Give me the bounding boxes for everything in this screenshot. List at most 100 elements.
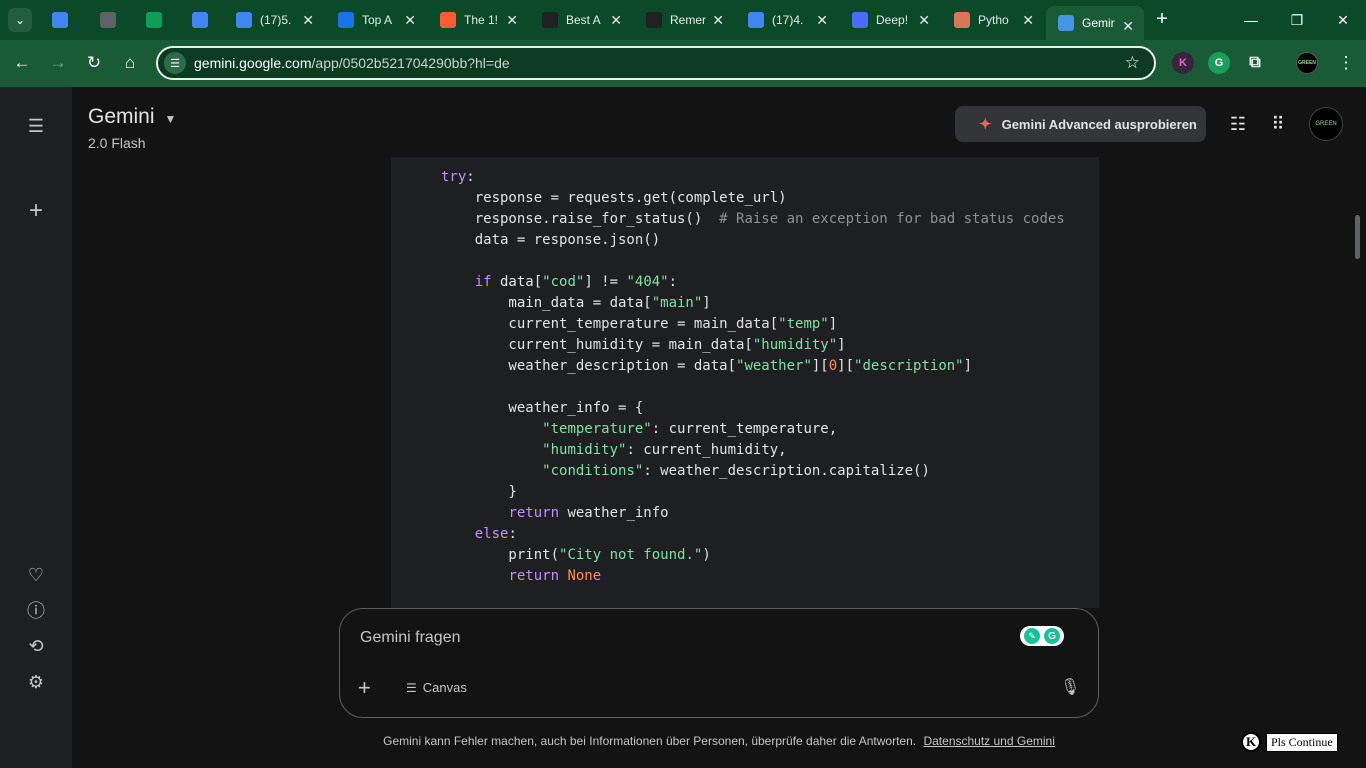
tab-search-button[interactable]: ⌄ [8,8,32,32]
close-tab-icon[interactable]: ✕ [506,12,518,29]
activity-icon[interactable]: ⟲ [24,634,48,658]
help-icon[interactable]: ⓘ [24,598,48,622]
code-token: "404" [626,274,669,290]
chevron-down-icon: ▼ [164,111,177,126]
tab-11[interactable]: Pytho ✕ [942,0,1044,40]
code-token: weather_info [559,505,669,521]
back-button[interactable]: ← [9,50,35,76]
close-tab-icon[interactable]: ✕ [1122,18,1134,35]
prompt-placeholder[interactable]: Gemini fragen [360,629,461,647]
try-advanced-label: Gemini Advanced ausprobieren [1001,116,1197,132]
close-tab-icon[interactable]: ✕ [610,12,622,29]
account-avatar[interactable]: GREEN [1309,107,1343,141]
restore-button[interactable]: ❐ [1274,0,1320,40]
code-token: else [474,526,509,542]
code-token: weather_info = { [441,400,644,416]
canvas-button[interactable]: ☰ Canvas [406,680,467,695]
browser-menu-icon[interactable]: ⋮ [1333,50,1359,76]
close-tab-icon[interactable]: ✕ [302,12,314,29]
code-token: : weather_description.capitalize() [643,463,930,479]
code-token: return [508,568,560,584]
tab-1[interactable] [88,0,134,40]
tab-3[interactable] [180,0,224,40]
url-path: /app/0502b521704290bb?hl=de [311,55,510,71]
profile-avatar[interactable]: GREEN [1296,52,1318,74]
sparkle-icon: ✦ [979,116,992,133]
scrollbar-thumb[interactable] [1355,215,1360,259]
extension-k-icon[interactable]: K [1172,52,1194,74]
chat-list-icon[interactable]: ☷ [1226,112,1250,136]
tab-6[interactable]: The 1! ✕ [428,0,528,40]
tab-title: Gemir [1082,16,1115,30]
tab-12[interactable]: Gemir ✕ [1046,6,1144,40]
url-text: gemini.google.com/app/0502b521704290bb?h… [194,55,510,71]
code-text: try: response = requests.get(complete_ur… [441,167,1065,587]
gems-icon[interactable]: ♡ [24,563,48,587]
code-token: ) [702,547,711,563]
browser-tab-strip: ⌄ (17)5. ✕ Top A ✕ The 1! ✕ Best A ✕ Remer ✕ (17)4… [0,0,1366,40]
privacy-link[interactable]: Datenschutz und Gemini [923,734,1054,748]
google-docs-icon [748,12,764,28]
bookmark-star-icon[interactable]: ☆ [1125,53,1140,73]
code-token: : current_temperature, [651,421,838,437]
gemini-icon [1058,15,1074,31]
add-file-icon[interactable]: + [358,675,371,701]
close-tab-icon[interactable]: ✕ [816,12,828,29]
code-line: else: [441,524,1065,545]
new-chat-icon[interactable]: + [24,197,48,224]
tab-5[interactable]: Top A ✕ [326,0,426,40]
continue-button[interactable]: Pls Continue [1266,732,1338,752]
prompt-input-box[interactable]: Gemini fragen ✎ G + ☰ Canvas 🎙 [339,608,1099,718]
globe-icon [100,12,116,28]
reload-button[interactable]: ↻ [81,50,107,76]
url-host: gemini.google.com [194,55,312,71]
tab-8[interactable]: Remer ✕ [634,0,734,40]
new-tab-button[interactable]: + [1150,8,1174,32]
k-extension-icon[interactable]: K [1241,732,1261,752]
settings-icon[interactable]: ⚙ [24,670,48,694]
home-button[interactable]: ⌂ [117,50,143,76]
close-window-button[interactable]: ✕ [1320,0,1366,40]
tab-2[interactable] [134,0,180,40]
grammarly-extension-icon[interactable]: G [1208,52,1230,74]
model-switcher[interactable]: Gemini ▼ 2.0 Flash [88,105,176,151]
address-bar[interactable]: ☰ gemini.google.com/app/0502b521704290bb… [156,46,1156,80]
code-line: "temperature": current_temperature, [441,419,1065,440]
site-info-icon[interactable]: ☰ [164,52,186,74]
code-token: "humidity" [752,337,838,353]
code-token: main_data = data[ [441,295,652,311]
lightbulb-icon[interactable]: ✎ [1024,628,1040,644]
code-line: data = response.json() [441,230,1065,251]
tab-9[interactable]: (17)4. ✕ [736,0,838,40]
apps-grid-icon[interactable]: ⠿ [1266,112,1290,136]
code-token: ] [963,358,973,374]
code-line: current_humidity = main_data["humidity"] [441,335,1065,356]
microphone-icon[interactable]: 🎙 [1060,677,1080,697]
deepseek-icon [852,12,868,28]
close-tab-icon[interactable]: ✕ [404,12,416,29]
tab-7[interactable]: Best A ✕ [530,0,632,40]
code-token: "conditions" [542,463,644,479]
forward-button[interactable]: → [45,50,71,76]
text-icon [542,12,558,28]
grammarly-icon[interactable]: G [1044,628,1060,644]
close-tab-icon[interactable]: ✕ [1022,12,1034,29]
tab-4[interactable]: (17)5. ✕ [224,0,324,40]
gemini-main: Gemini ▼ 2.0 Flash ✦ Gemini Advanced ausp… [72,87,1366,768]
code-line: current_temperature = main_data["temp"] [441,314,1065,335]
disclaimer-text: Gemini kann Fehler machen, auch bei Info… [383,734,917,748]
code-token: None [567,568,602,584]
try-advanced-button[interactable]: ✦ Gemini Advanced ausprobieren [955,106,1206,142]
tab-0[interactable] [40,0,86,40]
minimize-button[interactable]: — [1228,0,1274,40]
code-token: } [441,484,517,500]
grammarly-widget[interactable]: ✎ G [1020,626,1064,646]
close-tab-icon[interactable]: ✕ [918,12,930,29]
tab-title: Top A [362,13,393,27]
close-tab-icon[interactable]: ✕ [712,12,724,29]
menu-icon[interactable]: ☰ [24,114,48,138]
extensions-puzzle-icon[interactable]: ⧉ [1244,52,1266,74]
tab-10[interactable]: Deep! ✕ [840,0,940,40]
